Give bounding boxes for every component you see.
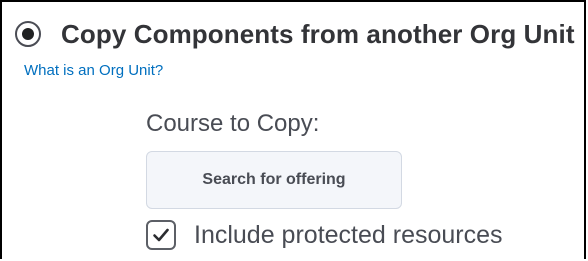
include-protected-resources-checkbox[interactable] [146,220,176,250]
include-protected-resources-label[interactable]: Include protected resources [194,221,503,250]
copy-components-option[interactable]: Copy Components from another Org Unit [15,18,575,50]
radio-selected-icon [22,28,34,40]
include-protected-resources-option[interactable]: Include protected resources [146,218,503,252]
copy-components-radio[interactable] [15,21,41,47]
search-for-offering-button[interactable]: Search for offering [146,151,402,209]
course-to-copy-label: Course to Copy: [146,110,320,137]
copy-components-label[interactable]: Copy Components from another Org Unit [61,19,575,50]
org-unit-help-link[interactable]: What is an Org Unit? [24,62,163,79]
checkmark-icon [153,228,169,242]
